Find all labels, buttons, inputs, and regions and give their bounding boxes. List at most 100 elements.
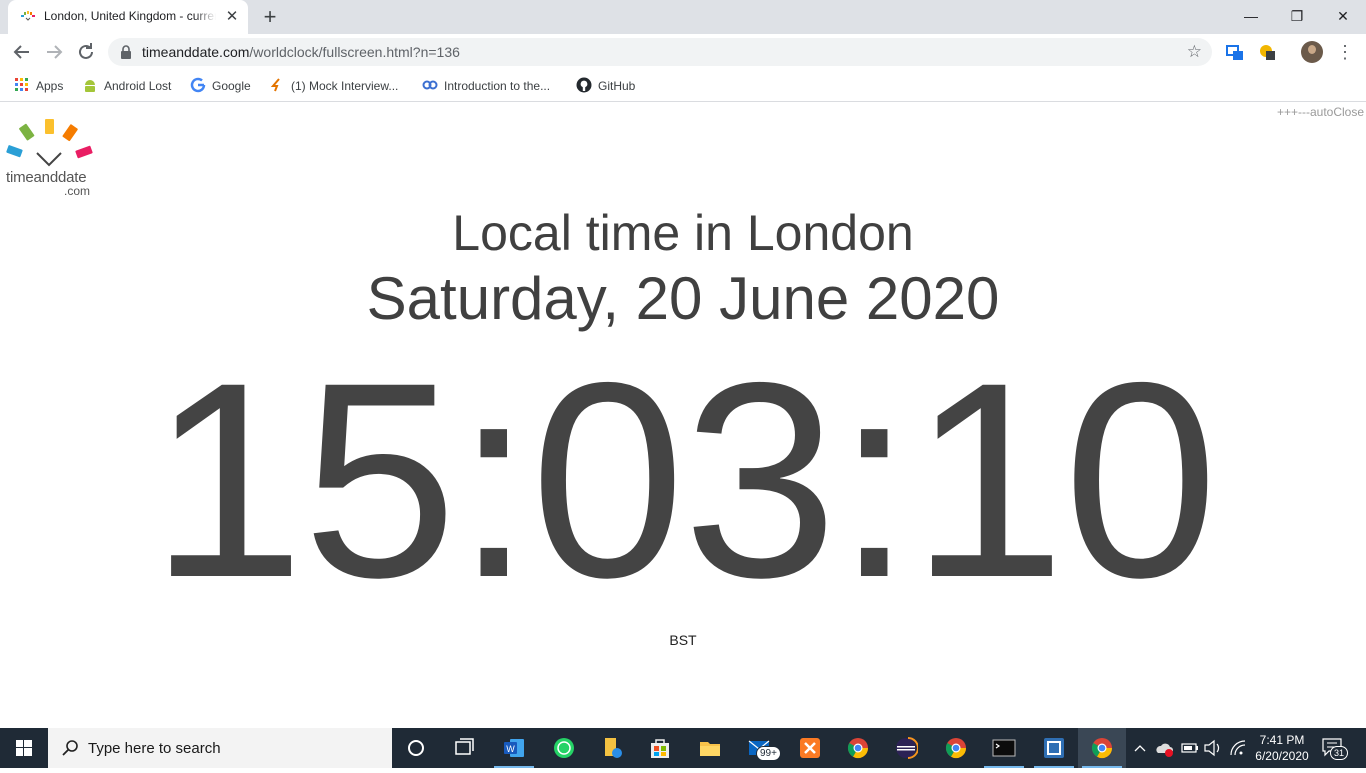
interview-icon [270, 78, 280, 92]
task-view-button[interactable] [440, 728, 488, 768]
taskbar-xampp[interactable] [786, 728, 834, 768]
reload-button[interactable] [74, 40, 98, 64]
tray-wifi[interactable] [1228, 728, 1248, 768]
tab-title: London, United Kingdom - current local t… [44, 9, 216, 25]
tab-close-icon[interactable]: ✕ [224, 9, 240, 25]
store-bag-icon [651, 739, 669, 758]
location-heading: Local time in London [452, 205, 914, 261]
bookmark-android-lost[interactable]: Android Lost [82, 76, 171, 96]
bookmark-github[interactable]: GitHub [576, 76, 635, 96]
bookmark-google[interactable]: Google [190, 76, 251, 96]
document-app-icon [605, 738, 622, 758]
taskbar-clock[interactable]: 7:41 PM 6/20/2020 [1252, 732, 1312, 764]
timezone-label: BST [669, 632, 697, 648]
bookmark-introduction[interactable]: Introduction to the... [422, 76, 550, 96]
tab-strip: London, United Kingdom - current local t… [0, 0, 1366, 34]
bookmark-label: Apps [36, 79, 64, 93]
reload-icon [79, 43, 93, 59]
forward-arrow-icon [47, 45, 63, 59]
bookmark-mock-interview[interactable]: (1) Mock Interview... [269, 76, 398, 96]
close-window-button[interactable]: ✕ [1320, 4, 1366, 28]
extension-badge-icon[interactable] [1258, 43, 1276, 61]
link-loop-icon [422, 80, 438, 90]
wifi-icon [1230, 740, 1246, 756]
bookmark-label: Android Lost [104, 79, 172, 93]
eclipse-icon [896, 737, 918, 759]
svg-text:W: W [506, 744, 515, 754]
cortana-button[interactable] [392, 728, 440, 768]
action-center-button[interactable]: 31 [1320, 736, 1350, 760]
browser-menu-icon[interactable]: ⋮ [1336, 40, 1354, 64]
new-tab-button[interactable]: + [259, 6, 281, 28]
show-hidden-icons-button[interactable] [1130, 728, 1150, 768]
whatsapp-icon [554, 738, 574, 758]
taskbar-file-explorer[interactable] [686, 728, 734, 768]
chevron-up-icon [1134, 745, 1146, 752]
logo-suffix: .com [64, 184, 91, 198]
bookmarks-bar: Apps Android Lost Google (1) Mock Interv… [0, 70, 1366, 102]
terminal-icon [992, 739, 1016, 757]
logo-clock-icon [6, 119, 93, 167]
notification-count: 31 [1330, 746, 1348, 760]
battery-icon [1181, 743, 1198, 753]
chrome-icon [1091, 738, 1113, 759]
taskbar-whatsapp[interactable] [540, 728, 588, 768]
windows-logo-icon [16, 740, 32, 756]
taskbar-search-box[interactable]: Type here to search [48, 728, 392, 768]
bookmark-label: Google [212, 79, 251, 93]
taskbar-store[interactable] [636, 728, 684, 768]
extension-screen-icon[interactable] [1226, 43, 1244, 61]
chrome-icon [945, 738, 967, 759]
word-icon: W [504, 739, 524, 757]
tray-onedrive[interactable] [1154, 728, 1176, 768]
minimize-button[interactable]: — [1228, 4, 1274, 28]
bookmark-label: GitHub [598, 79, 636, 93]
address-bar[interactable]: timeanddate.com/worldclock/fullscreen.ht… [108, 38, 1212, 66]
back-arrow-icon [13, 45, 29, 59]
digital-clock: 15:03:10 [149, 324, 1218, 635]
taskbar-chrome-active[interactable] [1078, 728, 1126, 768]
search-placeholder: Type here to search [88, 740, 221, 757]
url-path: /worldclock/fullscreen.html?n=136 [249, 44, 460, 60]
bookmark-star-icon[interactable]: ☆ [1187, 42, 1202, 62]
url-text: timeanddate.com/worldclock/fullscreen.ht… [142, 44, 460, 60]
bookmark-apps[interactable]: Apps [14, 76, 63, 96]
url-host: timeanddate.com [142, 44, 250, 60]
google-icon [190, 77, 206, 93]
timeanddate-favicon-icon [21, 11, 35, 21]
taskbar-date: 6/20/2020 [1255, 749, 1309, 763]
bookmark-label: (1) Mock Interview... [291, 79, 399, 93]
lock-icon [121, 45, 131, 59]
cortana-circle-icon [408, 740, 424, 756]
taskbar-chrome-2[interactable] [932, 728, 980, 768]
task-view-icon [455, 738, 474, 755]
android-icon [85, 80, 95, 92]
taskbar-word[interactable]: W [490, 728, 538, 768]
profile-avatar[interactable] [1301, 41, 1323, 63]
browser-tab[interactable]: London, United Kingdom - current local t… [8, 0, 248, 34]
bookmark-label: Introduction to the... [444, 79, 551, 93]
tray-battery[interactable] [1180, 728, 1200, 768]
tray-volume[interactable] [1202, 728, 1224, 768]
timeanddate-logo[interactable]: timeanddate .com [4, 117, 96, 199]
page-content: +++---autoClose timeanddate .com Local t… [0, 103, 1366, 728]
autoclose-link[interactable]: +++---autoClose [1277, 105, 1364, 119]
chrome-icon [847, 738, 869, 759]
start-button[interactable] [0, 728, 48, 768]
back-button[interactable] [10, 40, 34, 64]
taskbar-chrome-1[interactable] [834, 728, 882, 768]
taskbar-mail[interactable]: 99+ [736, 728, 784, 768]
taskbar-eclipse[interactable] [882, 728, 930, 768]
browser-toolbar: timeanddate.com/worldclock/fullscreen.ht… [0, 34, 1366, 70]
taskbar-file-app[interactable] [588, 728, 636, 768]
forward-button[interactable] [42, 40, 66, 64]
taskbar-box-app[interactable] [1030, 728, 1078, 768]
folder-icon [700, 742, 720, 756]
cloud-error-icon [1156, 743, 1173, 757]
taskbar-terminal[interactable] [980, 728, 1028, 768]
apps-grid-icon [15, 78, 28, 91]
github-icon [576, 77, 592, 93]
bracket-box-icon [1044, 738, 1064, 758]
mail-badge: 99+ [756, 746, 781, 761]
maximize-button[interactable]: ❐ [1274, 4, 1320, 28]
